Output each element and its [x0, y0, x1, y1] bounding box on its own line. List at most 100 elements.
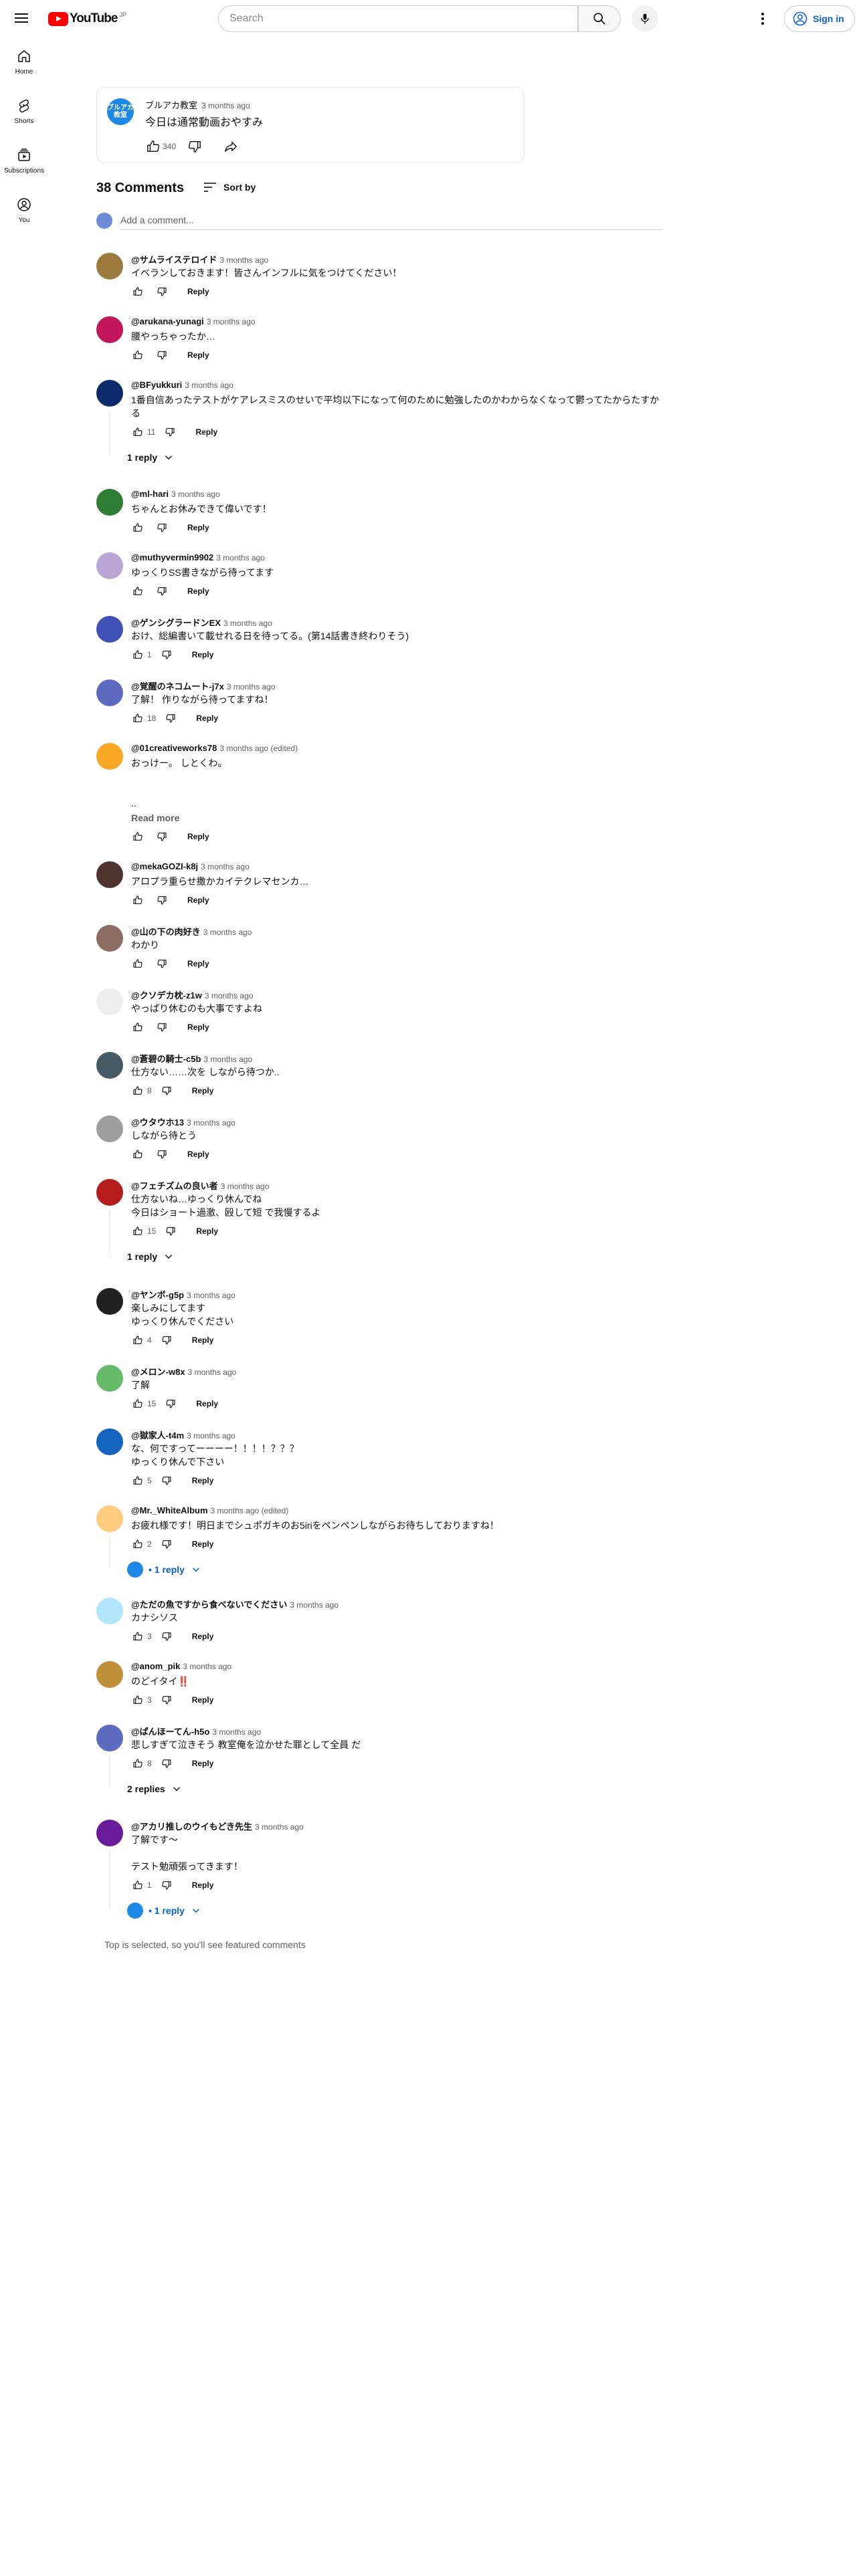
comment-time[interactable]: 3 months ago — [290, 1600, 339, 1610]
reply-button[interactable]: Reply — [192, 1396, 222, 1411]
search-button[interactable] — [578, 5, 621, 32]
view-replies-button[interactable]: • 1 reply — [127, 1900, 202, 1921]
like-button[interactable] — [130, 1332, 146, 1348]
commenter-avatar[interactable] — [96, 925, 123, 952]
comment-author[interactable]: @フェチズムの良い者 — [131, 1181, 218, 1191]
dislike-button[interactable] — [159, 1332, 175, 1348]
dislike-button[interactable] — [159, 1083, 175, 1099]
like-button[interactable] — [130, 347, 146, 363]
comment-time[interactable]: 3 months ago — [255, 1822, 304, 1832]
read-more-button[interactable]: Read more — [131, 811, 660, 825]
comment-author[interactable]: @山の下の肉好き — [131, 927, 201, 937]
like-button[interactable] — [130, 1223, 146, 1239]
like-button[interactable] — [130, 829, 146, 845]
commenter-avatar[interactable] — [96, 1179, 123, 1206]
reply-button[interactable]: Reply — [188, 1537, 218, 1551]
comment-time[interactable]: 3 months ago — [185, 381, 233, 390]
comment-time[interactable]: 3 months ago — [183, 1662, 231, 1671]
view-replies-button[interactable]: 2 replies — [127, 1778, 183, 1800]
commenter-avatar[interactable] — [96, 316, 123, 343]
like-button[interactable] — [130, 520, 146, 536]
comment-author[interactable]: @01creativeworks78 — [131, 743, 217, 753]
like-button[interactable] — [130, 1473, 146, 1489]
commenter-avatar[interactable] — [96, 1598, 123, 1624]
reply-button[interactable]: Reply — [188, 1756, 218, 1771]
like-button[interactable] — [130, 1692, 146, 1708]
comment-author[interactable]: @BFyukkuri — [131, 380, 182, 390]
reply-button[interactable]: Reply — [192, 711, 222, 726]
comment-time[interactable]: 3 months ago — [171, 490, 220, 499]
comment-time[interactable]: 3 months ago — [221, 1182, 270, 1191]
comment-author[interactable]: @覚醒のネコムート-j7x — [131, 681, 224, 691]
dislike-button[interactable] — [154, 347, 170, 363]
dislike-button[interactable] — [154, 829, 170, 845]
post-author[interactable]: ブルアカ教室 — [145, 100, 197, 110]
dislike-button[interactable] — [159, 1628, 175, 1644]
dislike-button[interactable] — [163, 710, 179, 726]
dislike-button[interactable] — [163, 1396, 179, 1412]
like-button[interactable] — [130, 1628, 146, 1644]
reply-button[interactable]: Reply — [188, 1878, 218, 1893]
dislike-button[interactable] — [183, 134, 207, 158]
reply-button[interactable]: Reply — [183, 348, 213, 362]
post-time[interactable]: 3 months ago — [201, 101, 250, 110]
comment-time[interactable]: 3 months ago — [187, 1118, 235, 1128]
comment-time[interactable]: 3 months ago — [201, 862, 250, 871]
comment-author[interactable]: @ゲンシグラードンEX — [131, 618, 221, 628]
like-button[interactable] — [130, 1083, 146, 1099]
guide-item-shorts[interactable]: Shorts — [0, 87, 48, 136]
search-input[interactable]: Search — [218, 5, 578, 32]
comment-time[interactable]: 3 months ago — [187, 1291, 235, 1300]
comment-author[interactable]: @Mr._WhiteAlbum — [131, 1505, 208, 1515]
voice-search-button[interactable] — [632, 5, 658, 32]
dislike-button[interactable] — [154, 892, 170, 908]
comment-author[interactable]: @クソデカ枕-z1w — [131, 990, 202, 1000]
comment-author[interactable]: @arukana-yunagi — [131, 316, 204, 326]
like-button[interactable] — [130, 1755, 146, 1772]
dislike-button[interactable] — [154, 1019, 170, 1035]
view-replies-button[interactable]: 1 reply — [127, 447, 175, 468]
reply-button[interactable]: Reply — [183, 829, 213, 844]
like-button[interactable] — [130, 892, 146, 908]
guide-item-home[interactable]: Home — [0, 37, 48, 87]
comment-time[interactable]: 3 months ago — [203, 928, 252, 937]
dislike-button[interactable] — [159, 1692, 175, 1708]
youtube-logo[interactable]: YouTube JP — [48, 11, 126, 27]
like-button[interactable] — [130, 424, 146, 440]
guide-item-you[interactable]: You — [0, 186, 48, 235]
comment-author[interactable]: @anom_pik — [131, 1661, 180, 1671]
dislike-button[interactable] — [154, 956, 170, 972]
reply-button[interactable]: Reply — [188, 1473, 218, 1488]
comment-author[interactable]: @アカリ推しのウイもどき先生 — [131, 1822, 252, 1832]
commenter-avatar[interactable] — [96, 679, 123, 706]
like-button[interactable] — [130, 1019, 146, 1035]
comment-author[interactable]: @ただの魚ですから食べないでください — [131, 1600, 287, 1610]
comment-time[interactable]: 3 months ago — [223, 619, 272, 628]
commenter-avatar[interactable] — [96, 253, 123, 280]
like-button[interactable] — [130, 1396, 146, 1412]
like-button[interactable] — [130, 710, 146, 726]
commenter-avatar[interactable] — [96, 1820, 123, 1846]
commenter-avatar[interactable] — [96, 552, 123, 579]
commenter-avatar[interactable] — [96, 743, 123, 770]
comment-author[interactable]: @ぱんほーてん-h5o — [131, 1727, 209, 1737]
comment-author[interactable]: @メロン-w8x — [131, 1367, 185, 1377]
comment-time[interactable]: 3 months ago — [219, 255, 268, 265]
commenter-avatar[interactable] — [96, 1428, 123, 1455]
commenter-avatar[interactable] — [96, 1288, 123, 1315]
comment-time[interactable]: 3 months ago — [188, 1368, 237, 1377]
dislike-button[interactable] — [159, 1877, 175, 1893]
comment-time[interactable]: 3 months ago — [212, 1727, 261, 1737]
dislike-button[interactable] — [159, 1536, 175, 1552]
comment-author[interactable]: @mekaGOZI-k8j — [131, 861, 198, 871]
like-button[interactable] — [130, 284, 146, 300]
comment-time[interactable]: 3 months ago (edited) — [211, 1506, 289, 1515]
reply-button[interactable]: Reply — [183, 284, 213, 299]
like-button[interactable] — [130, 1877, 146, 1893]
dislike-button[interactable] — [154, 583, 170, 599]
dislike-button[interactable] — [163, 1223, 179, 1239]
commenter-avatar[interactable] — [96, 1505, 123, 1532]
like-button[interactable] — [130, 647, 146, 663]
comment-time[interactable]: 3 months ago — [207, 317, 256, 326]
comment-author[interactable]: @muthyvermin9902 — [131, 552, 213, 562]
